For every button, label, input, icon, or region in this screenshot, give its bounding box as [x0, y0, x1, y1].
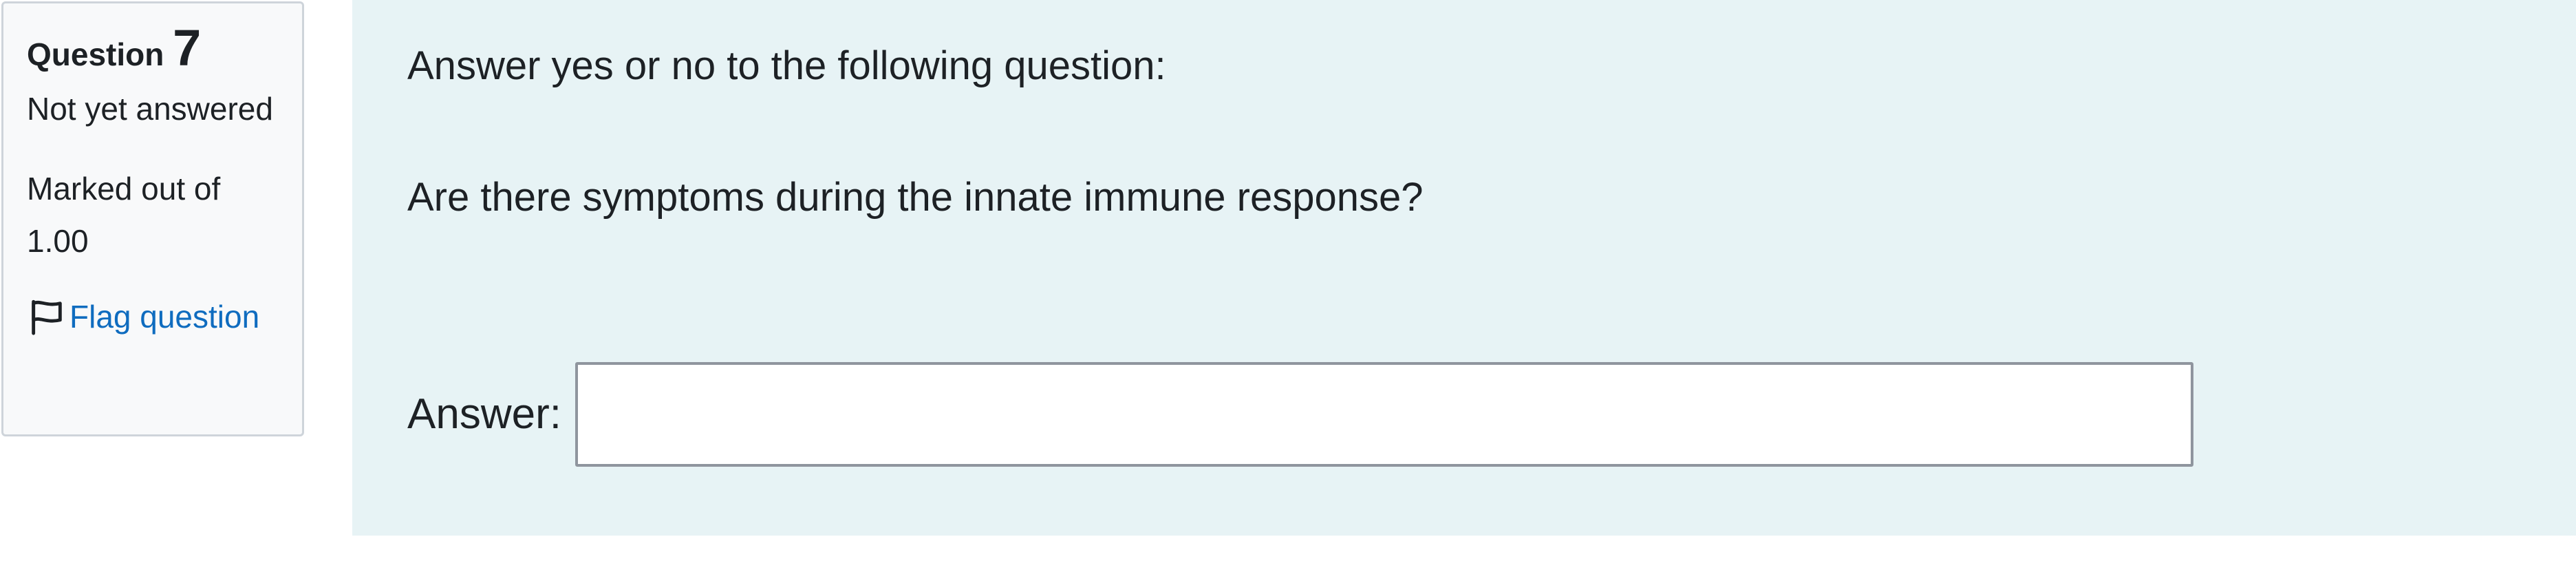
answer-label: Answer: — [407, 390, 561, 438]
question-content: Answer yes or no to the following questi… — [352, 0, 2576, 536]
question-number: 7 — [173, 19, 202, 76]
question-grade: Marked out of 1.00 — [27, 171, 221, 259]
question-instruction: Answer yes or no to the following questi… — [407, 43, 1166, 88]
flag-icon — [32, 299, 62, 335]
question-info-panel: Question 7 Not yet answered Marked out o… — [1, 1, 304, 436]
question-label: Question — [27, 36, 164, 72]
question-state: Not yet answered — [27, 91, 273, 127]
question-text: Answer yes or no to the following questi… — [407, 28, 2471, 290]
question-title: Question 7 — [27, 23, 279, 78]
question-prompt: Are there symptoms during the innate imm… — [407, 175, 1424, 220]
answer-row: Answer: — [407, 362, 2193, 467]
quiz-question: Question 7 Not yet answered Marked out o… — [0, 0, 2576, 581]
flag-question-link[interactable]: Flag question — [27, 296, 279, 337]
answer-input[interactable] — [575, 362, 2193, 467]
flag-question-label: Flag question — [69, 299, 260, 335]
